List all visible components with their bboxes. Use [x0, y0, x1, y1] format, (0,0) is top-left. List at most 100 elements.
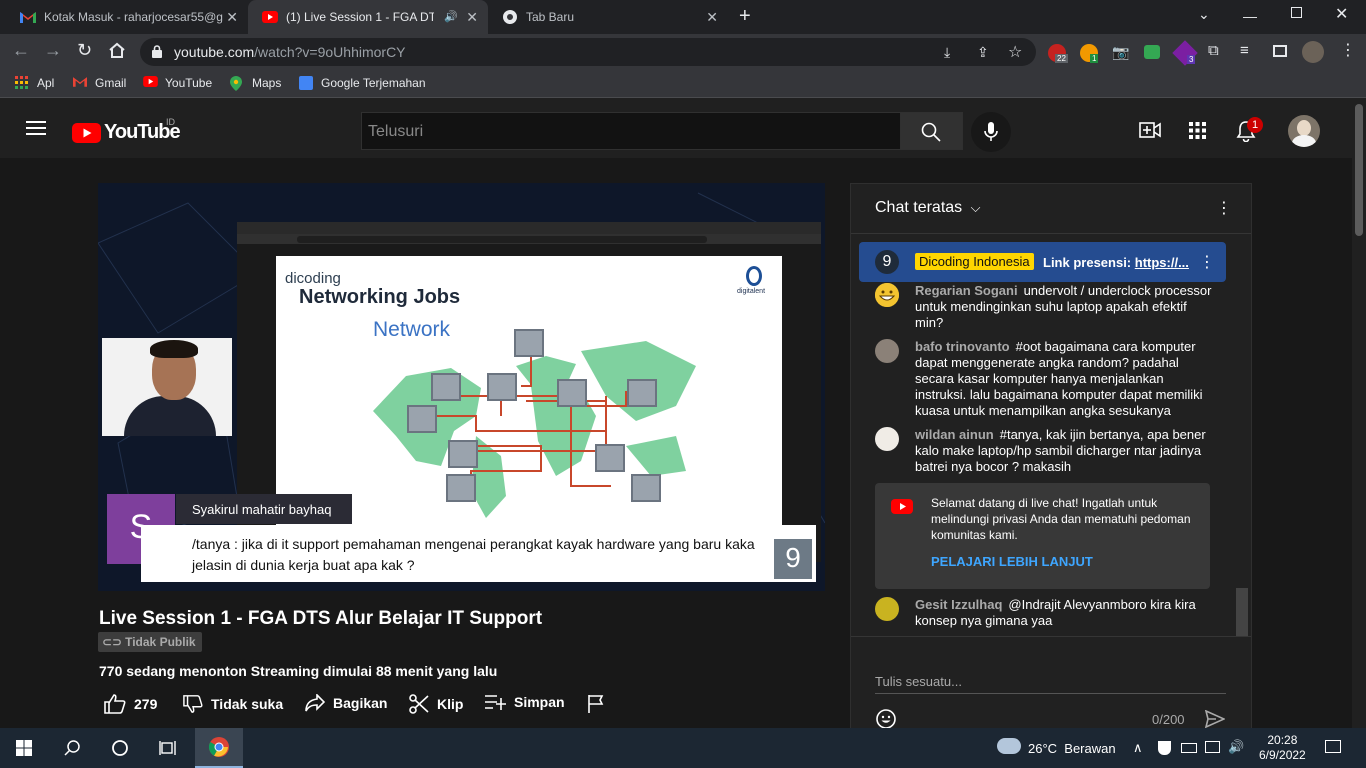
speaker-icon[interactable]: 🔊 [444, 10, 458, 23]
battery-icon[interactable] [1181, 743, 1197, 753]
chat-author[interactable]: wildan ainun [915, 427, 994, 442]
lock-icon[interactable] [152, 45, 162, 63]
bookmark-apps[interactable]: Apl [15, 76, 54, 90]
close-window-icon[interactable]: ✕ [1335, 4, 1348, 24]
page-scrollbar-thumb[interactable] [1355, 104, 1363, 236]
puzzle-icon[interactable]: ⧉ [1208, 42, 1219, 59]
create-video-icon[interactable] [1139, 121, 1161, 144]
asker-name: Syakirul mahatir bayhaq [176, 494, 352, 524]
youtube-icon [143, 76, 158, 90]
clip-button[interactable]: Klip [409, 694, 463, 714]
extension-badge: 1 [1090, 54, 1099, 63]
share-button[interactable]: Bagikan [305, 694, 387, 712]
chat-mode-dropdown[interactable]: Chat teratas ⌵ [875, 199, 980, 217]
weather-cloud-icon[interactable] [997, 738, 1021, 754]
reload-icon[interactable]: ↻ [77, 40, 92, 61]
chat-author[interactable]: bafo trinovanto [915, 339, 1010, 354]
country-code: ID [166, 117, 175, 127]
media-control-icon[interactable]: ≡ [1240, 42, 1249, 59]
security-shield-icon[interactable] [1158, 741, 1171, 755]
profile-avatar[interactable] [1302, 41, 1324, 63]
camera-extension-icon[interactable]: 📷 [1112, 44, 1129, 61]
menu-kebab-icon[interactable]: ⋮ [1340, 40, 1356, 60]
tab-new[interactable]: Tab Baru ✕ [488, 0, 728, 34]
new-tab-icon[interactable]: + [739, 5, 751, 28]
notification-badge: 1 [1247, 117, 1263, 133]
chat-menu-icon[interactable]: ⋮ [1216, 198, 1232, 218]
dislike-button[interactable]: Tidak suka [183, 694, 283, 714]
side-panel-icon[interactable] [1273, 45, 1287, 57]
thumbs-up-icon [104, 694, 126, 714]
dislike-label: Tidak suka [211, 696, 284, 712]
pinned-message[interactable]: 9 Dicoding Indonesia Link presensi: http… [859, 242, 1226, 282]
search-icon [64, 740, 80, 756]
bookmark-maps[interactable]: Maps [230, 76, 281, 91]
hamburger-menu-icon[interactable] [26, 120, 46, 141]
install-icon[interactable]: ⤓ [944, 44, 950, 61]
close-icon[interactable]: ✕ [706, 9, 718, 26]
bookmark-label: Google Terjemahan [321, 76, 426, 90]
pinned-text-label: Link presensi: [1043, 255, 1135, 270]
search-taskbar-button[interactable] [48, 728, 96, 768]
like-button[interactable]: 279 [104, 694, 157, 714]
chat-input[interactable]: Tulis sesuatu... [875, 674, 1226, 694]
youtube-icon [891, 499, 913, 519]
pinned-link[interactable]: https://... [1135, 255, 1189, 270]
close-icon[interactable]: ✕ [226, 9, 238, 26]
network-icon[interactable] [1205, 741, 1220, 753]
tab-youtube-live[interactable]: (1) Live Session 1 - FGA DTS 🔊 ✕ [248, 0, 488, 34]
share-icon[interactable]: ⇪ [977, 44, 989, 61]
url-text: youtube.com/watch?v=9oUhhimorCY [174, 44, 406, 60]
clock[interactable]: 20:28 6/9/2022 [1259, 733, 1306, 763]
weather-text[interactable]: 26°C Berawan [1028, 741, 1116, 756]
chat-scrollbar[interactable] [1236, 588, 1248, 636]
report-button[interactable] [587, 694, 613, 714]
welcome-text: Selamat datang di live chat! Ingatlah un… [931, 496, 1191, 542]
gmail-icon [20, 9, 36, 25]
home-icon[interactable] [108, 42, 126, 63]
apps-grid-icon[interactable] [1189, 122, 1206, 144]
chat-message: Gesit Izzulhaq @Indrajit Alevyanmboro kir… [875, 597, 1215, 629]
presenter-body [124, 396, 216, 436]
search-input[interactable]: Telusuri [361, 112, 901, 150]
tab-search-icon[interactable]: ⌄ [1198, 6, 1210, 23]
close-icon[interactable]: ✕ [466, 9, 478, 26]
minimize-icon[interactable]: — [1243, 8, 1257, 24]
pinned-text: Link presensi: https://... [1043, 255, 1189, 270]
taskbar-chrome-button[interactable] [195, 728, 243, 768]
chat-author[interactable]: Gesit Izzulhaq [915, 597, 1002, 612]
search-button[interactable] [900, 112, 963, 150]
chat-welcome-card: Selamat datang di live chat! Ingatlah un… [875, 483, 1210, 589]
start-button[interactable] [0, 728, 48, 768]
cortana-button[interactable] [96, 728, 144, 768]
tab-gmail[interactable]: Kotak Masuk - raharjocesar55@g ✕ [6, 0, 248, 34]
chat-author[interactable]: Regarian Sogani [915, 283, 1018, 298]
youtube-logo[interactable]: YouTube [72, 121, 181, 144]
voice-search-button[interactable] [971, 112, 1011, 152]
bookmark-star-icon[interactable]: ☆ [1008, 42, 1022, 62]
extension-palette-icon[interactable] [1144, 45, 1160, 59]
task-view-button[interactable] [144, 728, 192, 768]
forward-icon[interactable]: → [44, 40, 62, 61]
tray-overflow-icon[interactable]: ∧ [1133, 740, 1143, 756]
volume-icon[interactable]: 🔊 [1228, 739, 1244, 755]
bookmark-gmail[interactable]: Gmail [73, 76, 126, 90]
save-button[interactable]: Simpan [484, 694, 565, 710]
question-badge: 9 [774, 539, 812, 579]
maximize-icon[interactable] [1291, 7, 1302, 18]
share-arrow-icon [305, 694, 325, 712]
computer-icon [627, 379, 657, 407]
bookmark-youtube[interactable]: YouTube [143, 76, 212, 90]
pinned-menu-icon[interactable]: ⋮ [1199, 252, 1215, 272]
learn-more-link[interactable]: PELAJARI LEBIH LANJUT [931, 554, 1093, 569]
maps-pin-icon [230, 76, 244, 91]
translate-icon [299, 76, 313, 90]
back-icon[interactable]: ← [12, 40, 30, 61]
video-title: Live Session 1 - FGA DTS Alur Belajar IT… [99, 608, 543, 629]
account-avatar[interactable] [1288, 115, 1320, 147]
windows-logo-icon [16, 740, 32, 756]
gmail-icon [73, 76, 87, 90]
action-center-icon[interactable] [1325, 740, 1341, 753]
clock-date: 6/9/2022 [1259, 748, 1306, 762]
bookmark-translate[interactable]: Google Terjemahan [299, 76, 426, 90]
